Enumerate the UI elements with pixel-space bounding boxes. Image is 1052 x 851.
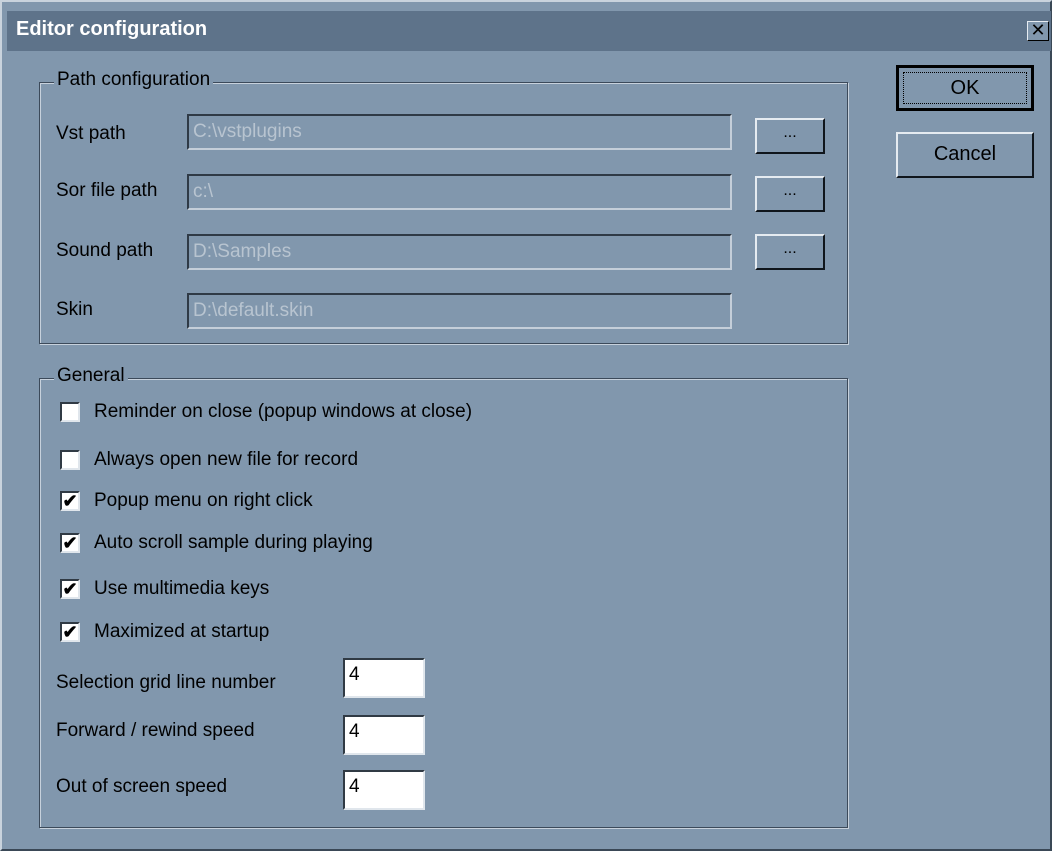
popup-menu-right-click-label: Popup menu on right click: [94, 490, 313, 511]
auto-scroll-sample-label: Auto scroll sample during playing: [94, 532, 373, 553]
ok-button[interactable]: OK: [896, 65, 1034, 111]
sound-path-label: Sound path: [56, 240, 154, 261]
general-legend: General: [54, 365, 128, 387]
always-open-new-file-label: Always open new file for record: [94, 449, 359, 470]
vst-path-field[interactable]: C:\vstplugins: [187, 114, 732, 150]
vst-path-label: Vst path: [56, 123, 126, 144]
sor-file-path-field[interactable]: c:\: [187, 174, 732, 210]
skin-label: Skin: [56, 299, 93, 320]
selection-grid-line-number-input[interactable]: 4: [343, 658, 425, 698]
general-group: [39, 378, 848, 828]
ok-button-label: OK: [950, 77, 980, 99]
skin-field[interactable]: D:\default.skin: [187, 293, 732, 329]
always-open-new-file-checkbox[interactable]: [60, 450, 80, 470]
forward-rewind-speed-input[interactable]: 4: [343, 715, 425, 755]
auto-scroll-sample-checkbox[interactable]: ✔: [60, 533, 80, 553]
vst-path-browse-button[interactable]: ...: [755, 118, 825, 154]
use-multimedia-keys-checkbox[interactable]: ✔: [60, 579, 80, 599]
sor-file-path-browse-button[interactable]: ...: [755, 176, 825, 212]
check-icon: ✔: [62, 533, 78, 553]
sound-path-browse-button[interactable]: ...: [755, 234, 825, 270]
editor-configuration-dialog: Editor configuration ✕ Path configuratio…: [0, 0, 1052, 851]
use-multimedia-keys-label: Use multimedia keys: [94, 578, 270, 599]
close-icon: ✕: [1030, 20, 1046, 40]
close-button[interactable]: ✕: [1027, 21, 1049, 41]
sor-file-path-label: Sor file path: [56, 180, 158, 201]
out-of-screen-speed-input[interactable]: 4: [343, 770, 425, 810]
reminder-on-close-checkbox[interactable]: [60, 402, 80, 422]
cancel-button[interactable]: Cancel: [896, 132, 1034, 178]
cancel-button-label: Cancel: [933, 143, 997, 165]
sound-path-field[interactable]: D:\Samples: [187, 234, 732, 270]
check-icon: ✔: [62, 622, 78, 642]
selection-grid-line-number-label: Selection grid line number: [56, 672, 276, 693]
popup-menu-right-click-checkbox[interactable]: ✔: [60, 491, 80, 511]
maximized-at-startup-label: Maximized at startup: [94, 621, 270, 642]
title-bar[interactable]: Editor configuration ✕: [7, 11, 1051, 51]
check-icon: ✔: [62, 579, 78, 599]
forward-rewind-speed-label: Forward / rewind speed: [56, 720, 255, 741]
maximized-at-startup-checkbox[interactable]: ✔: [60, 622, 80, 642]
window-title: Editor configuration: [16, 18, 208, 40]
check-icon: ✔: [62, 491, 78, 511]
out-of-screen-speed-label: Out of screen speed: [56, 776, 228, 797]
reminder-on-close-label: Reminder on close (popup windows at clos…: [94, 401, 473, 422]
path-configuration-legend: Path configuration: [54, 69, 214, 91]
